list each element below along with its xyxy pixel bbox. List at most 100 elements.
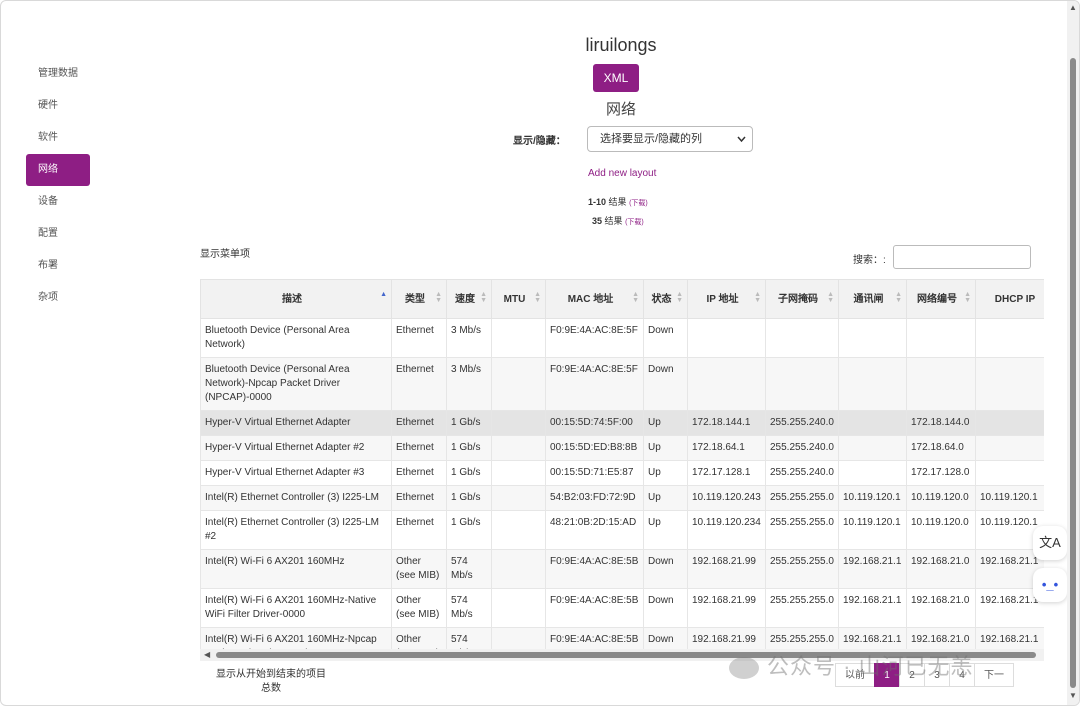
- table-cell: F0:9E:4A:AC:8E:5B: [545, 588, 644, 628]
- table-cell: Other (see MIB): [391, 549, 447, 589]
- table-cell: Down: [643, 627, 688, 649]
- table-row[interactable]: Bluetooth Device (Personal Area Network)…: [200, 318, 1044, 358]
- table-cell: 192.168.21.0: [906, 549, 976, 589]
- table-cell: 172.17.128.1: [687, 460, 766, 486]
- table-cell: 255.255.255.0: [765, 549, 839, 589]
- table-cell: [975, 410, 1044, 436]
- show-menu-toggle[interactable]: 显示菜单项: [200, 245, 250, 260]
- column-select[interactable]: 选择要显示/隐藏的列: [587, 126, 753, 152]
- table-cell: [687, 357, 766, 411]
- scroll-down-icon[interactable]: ▼: [1069, 691, 1077, 700]
- table-row[interactable]: Hyper-V Virtual Ethernet Adapter #3 Ether…: [200, 460, 1044, 486]
- table-cell: [975, 435, 1044, 461]
- column-header-label: MAC 地址: [567, 293, 614, 305]
- table-cell: 54:B2:03:FD:72:9D: [545, 485, 644, 511]
- sort-ascending-icon: ▲: [380, 291, 387, 298]
- table-cell: 10.119.120.1: [838, 485, 907, 511]
- column-header-label: 状态: [651, 293, 672, 305]
- table-cell: 192.168.21.0: [906, 588, 976, 628]
- sidebar-item[interactable]: 布署: [26, 250, 90, 282]
- table-cell: [687, 318, 766, 358]
- pagination-next-button[interactable]: 下一: [974, 663, 1014, 687]
- chevron-down-icon: [737, 127, 746, 160]
- column-header-label: DHCP IP: [994, 293, 1036, 305]
- column-header[interactable]: 状态 ▲ ▼: [643, 279, 688, 319]
- sort-icon: ▲ ▼: [480, 291, 487, 304]
- sidebar-item[interactable]: 软件: [26, 122, 90, 154]
- vertical-scrollbar[interactable]: ▲ ▼: [1067, 1, 1079, 705]
- sidebar-item[interactable]: 硬件: [26, 90, 90, 122]
- add-layout-link[interactable]: Add new layout: [588, 168, 656, 179]
- download-all-link[interactable]: (下载): [625, 219, 644, 226]
- table-cell: 255.255.255.0: [765, 510, 839, 550]
- table-row[interactable]: Hyper-V Virtual Ethernet Adapter #2 Ether…: [200, 435, 1044, 461]
- table-row[interactable]: Intel(R) Wi-Fi 6 AX201 160MHz Other (see …: [200, 549, 1044, 589]
- table-cell: [491, 485, 546, 511]
- table-cell: 574 Mb/s: [446, 588, 492, 628]
- table-row[interactable]: Intel(R) Ethernet Controller (3) I225-LM…: [200, 510, 1044, 550]
- table-cell: Up: [643, 485, 688, 511]
- search-input[interactable]: [893, 245, 1031, 269]
- scroll-up-icon[interactable]: ▲: [1069, 3, 1077, 12]
- sort-icon: ▲ ▼: [964, 291, 971, 304]
- table-cell: [491, 627, 546, 649]
- translate-icon[interactable]: 文A: [1033, 526, 1067, 560]
- app-window: 管理数据 硬件 软件 网络 设备 配置 布署 杂项 liruilongs XML 网络 显示/…: [0, 0, 1080, 706]
- table-cell: Bluetooth Device (Personal Area Network): [200, 318, 392, 358]
- table-row[interactable]: Intel(R) Wi-Fi 6 AX201 160MHz-Native WiF…: [200, 588, 1044, 628]
- column-header[interactable]: 描述 ▲: [200, 279, 392, 319]
- column-header[interactable]: 速度 ▲ ▼: [446, 279, 492, 319]
- table-cell: Bluetooth Device (Personal Area Network)…: [200, 357, 392, 411]
- column-header[interactable]: 子网掩码 ▲ ▼: [765, 279, 839, 319]
- sidebar-item[interactable]: 杂项: [26, 282, 90, 314]
- table-cell: Down: [643, 357, 688, 411]
- column-header[interactable]: DHCP IP▲▼: [975, 279, 1044, 319]
- table-cell: [765, 357, 839, 411]
- table-cell: 1 Gb/s: [446, 435, 492, 461]
- column-header[interactable]: 类型 ▲ ▼: [391, 279, 447, 319]
- sort-icon: ▲ ▼: [632, 291, 639, 304]
- results-total-value: 35: [592, 216, 603, 226]
- table-cell: 172.18.64.0: [906, 435, 976, 461]
- column-header-label: 通讯闸: [853, 293, 884, 305]
- table-cell: Ethernet: [391, 318, 447, 358]
- download-link[interactable]: (下载): [629, 200, 648, 207]
- page-title: liruilongs: [585, 35, 657, 55]
- vertical-scroll-thumb[interactable]: [1070, 58, 1076, 688]
- column-header-label: IP 地址: [706, 293, 739, 305]
- table-cell: 192.168.21.1: [838, 588, 907, 628]
- column-header-label: 速度: [455, 293, 475, 305]
- sidebar-item[interactable]: 配置: [26, 218, 90, 250]
- table-cell: 255.255.240.0: [765, 435, 839, 461]
- column-header[interactable]: MTU ▲ ▼: [491, 279, 546, 319]
- table-cell: [491, 318, 546, 358]
- xml-export-button[interactable]: XML: [593, 64, 639, 92]
- table-cell: 10.119.120.243: [687, 485, 766, 511]
- table-info-line1: 显示从开始到结束的项目: [216, 669, 326, 680]
- table-cell: Down: [643, 318, 688, 358]
- results-total: 35 结果 (下载): [592, 214, 644, 227]
- section-title: 网络: [605, 101, 636, 118]
- table-cell: 3 Mb/s: [446, 357, 492, 411]
- table-row[interactable]: Bluetooth Device (Personal Area Network)…: [200, 357, 1044, 411]
- table-cell: [765, 318, 839, 358]
- table-row[interactable]: Intel(R) Wi-Fi 6 AX201 160MHz-Npcap Pack…: [200, 627, 1044, 649]
- sidebar-item[interactable]: 管理数据: [26, 58, 90, 90]
- results-range: 1-10 结果 (下载): [588, 195, 648, 208]
- table-cell: 3 Mb/s: [446, 318, 492, 358]
- sidebar-item[interactable]: 网络: [26, 154, 90, 186]
- table-cell: [491, 460, 546, 486]
- table-row[interactable]: Hyper-V Virtual Ethernet Adapter Ethernet…: [200, 410, 1044, 436]
- show-hide-label: 显示/隐藏：: [513, 136, 566, 147]
- assistant-bot-icon[interactable]: •_•: [1033, 568, 1067, 602]
- sidebar-item[interactable]: 设备: [26, 186, 90, 218]
- column-header[interactable]: MAC 地址 ▲ ▼: [545, 279, 644, 319]
- table-row[interactable]: Intel(R) Ethernet Controller (3) I225-LM…: [200, 485, 1044, 511]
- column-header[interactable]: IP 地址 ▲ ▼: [687, 279, 766, 319]
- column-header[interactable]: 通讯闸 ▲ ▼: [838, 279, 907, 319]
- table-cell: [491, 510, 546, 550]
- table-cell: Hyper-V Virtual Ethernet Adapter #2: [200, 435, 392, 461]
- table-cell: F0:9E:4A:AC:8E:5F: [545, 318, 644, 358]
- scroll-left-icon[interactable]: ◀: [204, 649, 210, 661]
- column-header[interactable]: 网络编号 ▲ ▼: [906, 279, 976, 319]
